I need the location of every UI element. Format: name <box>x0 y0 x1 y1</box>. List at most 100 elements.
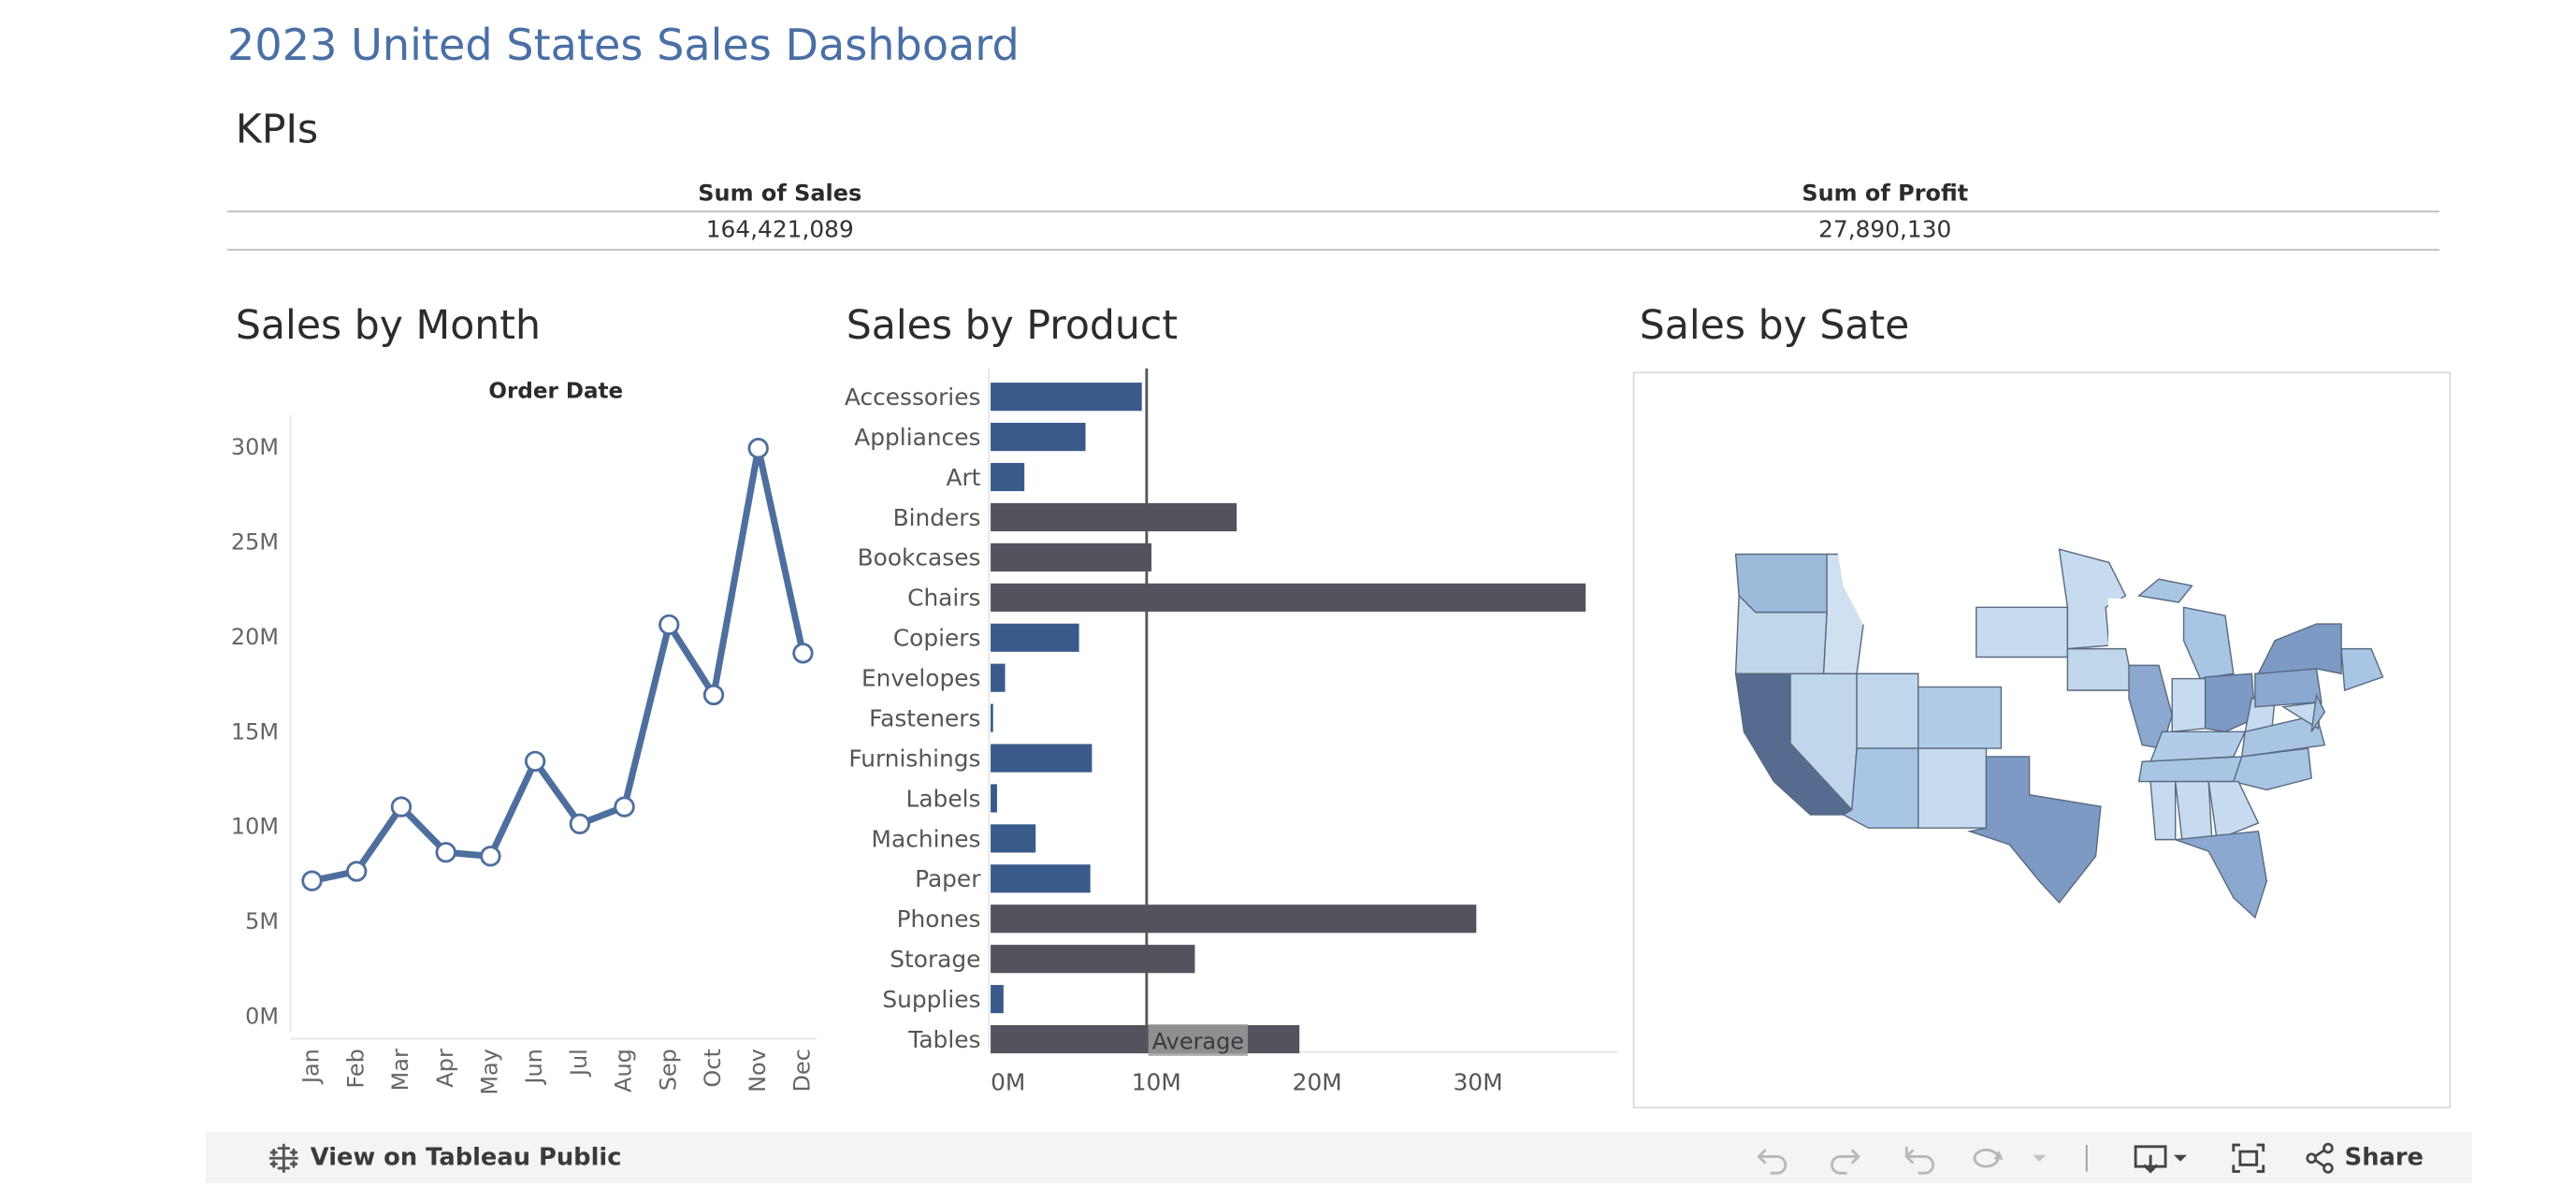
sales-by-month-chart[interactable]: Order Date 0M 5M 10M 15M 20M 25M 30M Jan Feb Mar Ap… <box>216 369 830 1107</box>
sales-by-product-chart[interactable]: Accessories Appliances Art Binders Bookcases… <box>838 368 1627 1107</box>
product-label: Binders <box>893 504 981 531</box>
product-label: Envelopes <box>861 665 980 692</box>
state-new-england <box>2340 647 2384 691</box>
y-tick-label: 30M <box>231 434 279 460</box>
sales-point-jan <box>301 870 323 891</box>
x-tick-label: Jun <box>521 1049 547 1085</box>
state-iowa <box>2066 647 2135 691</box>
sales-line <box>311 444 806 885</box>
state-mississippi <box>2149 780 2177 841</box>
state-michigan-upper <box>2137 578 2193 603</box>
tableau-toolbar: View on Tableau Public Share <box>205 1131 2473 1183</box>
x-tick-label: Apr <box>432 1049 458 1088</box>
kpi-header-divider <box>227 210 2439 213</box>
tableau-logo-icon <box>268 1142 298 1172</box>
x-tick-label: Jul <box>566 1049 592 1078</box>
refresh-dropdown[interactable] <box>2030 1132 2049 1183</box>
bar-machines <box>991 824 1036 853</box>
average-label: Average <box>1152 1029 1244 1055</box>
revert-icon <box>1904 1145 1935 1174</box>
bar-paper <box>991 864 1091 893</box>
bar-copiers <box>991 623 1079 652</box>
state-montana <box>1837 553 1977 625</box>
x-tick-label: 30M <box>1454 1069 1503 1096</box>
sales-by-product-title: Sales by Product <box>846 301 1179 349</box>
redo-icon <box>1831 1148 1860 1174</box>
x-tick-label: Dec <box>789 1049 816 1092</box>
state-new-york <box>2257 623 2342 675</box>
refresh-icon <box>1973 1148 2004 1167</box>
bar-binders <box>991 502 1237 532</box>
x-tick-label: Sep <box>655 1049 681 1091</box>
product-label: Accessories <box>845 383 981 411</box>
bar-appliances <box>991 423 1086 452</box>
state-florida <box>2175 831 2268 919</box>
sales-point-may <box>480 846 501 867</box>
state-texas <box>1966 756 2102 904</box>
y-tick-label: 20M <box>231 624 279 650</box>
redo-button[interactable] <box>1827 1132 1863 1183</box>
bar-envelopes <box>991 663 1006 692</box>
x-tick-label: 10M <box>1132 1069 1181 1096</box>
sales-point-oct <box>702 684 725 706</box>
x-tick-label: Aug <box>611 1049 637 1092</box>
bar-storage <box>991 945 1195 974</box>
x-tick-label: Jan <box>298 1049 325 1085</box>
state-michigan <box>2182 606 2235 680</box>
state-north-dakota <box>1975 606 2069 658</box>
sum-of-sales-value[interactable]: 164,421,089 <box>531 217 1029 243</box>
sum-of-profit-value[interactable]: 27,890,130 <box>1636 217 2134 243</box>
share-button[interactable]: Share <box>2303 1132 2424 1183</box>
sales-point-feb <box>346 861 368 882</box>
share-icon <box>2306 1141 2334 1173</box>
product-label: Bookcases <box>858 544 981 572</box>
product-label: Supplies <box>882 986 980 1013</box>
fullscreen-icon <box>2232 1142 2265 1172</box>
x-tick-label: Nov <box>745 1049 771 1092</box>
state-indiana <box>2171 677 2207 733</box>
kpis-title: KPIs <box>235 106 319 153</box>
fullscreen-button[interactable] <box>2230 1132 2266 1183</box>
x-tick-label: May <box>476 1049 502 1095</box>
y-tick-label: 15M <box>231 718 279 745</box>
state-new-mexico <box>1918 747 1988 829</box>
y-tick-label: 5M <box>245 908 279 934</box>
product-label: Fasteners <box>869 704 980 731</box>
sales-point-mar <box>390 796 412 818</box>
us-map[interactable] <box>1634 373 2449 1107</box>
sales-by-state-map[interactable] <box>1632 371 2452 1109</box>
sales-point-dec <box>792 643 814 664</box>
y-tick-label: 10M <box>231 814 279 840</box>
product-label: Machines <box>872 825 981 852</box>
product-label: Art <box>946 464 980 491</box>
sales-point-nov <box>747 438 769 459</box>
share-label: Share <box>2344 1144 2424 1171</box>
view-on-tableau-public-link[interactable]: View on Tableau Public <box>268 1132 621 1183</box>
product-label: Chairs <box>907 585 980 612</box>
sales-point-aug <box>614 796 635 818</box>
undo-button[interactable] <box>1754 1132 1790 1183</box>
sales-point-apr <box>435 842 456 863</box>
x-tick-label: 0M <box>991 1069 1025 1096</box>
chevron-down-icon <box>2033 1153 2047 1161</box>
bar-labels <box>991 784 997 813</box>
bar-chairs <box>991 583 1586 612</box>
sales-by-state-title: Sales by Sate <box>1639 301 1910 349</box>
refresh-button[interactable] <box>1968 1132 2008 1183</box>
download-button[interactable] <box>2133 1132 2192 1183</box>
kpi-bottom-divider <box>227 249 2439 251</box>
product-label: Storage <box>890 946 980 973</box>
bar-furnishings <box>991 744 1093 773</box>
product-label: Copiers <box>893 625 981 652</box>
state-tennessee <box>2137 756 2243 783</box>
sum-of-profit-label: Sum of Profit <box>1802 181 1969 208</box>
sales-point-jun <box>524 750 546 773</box>
sales-point-jul <box>569 813 591 835</box>
product-label: Appliances <box>854 424 980 451</box>
revert-button[interactable] <box>1902 1132 1938 1183</box>
bar-supplies <box>991 985 1004 1014</box>
bar-accessories <box>991 383 1142 412</box>
y-tick-label: 0M <box>245 1004 279 1030</box>
x-tick-label: Oct <box>700 1049 726 1087</box>
x-tick-label: Feb <box>342 1049 369 1088</box>
